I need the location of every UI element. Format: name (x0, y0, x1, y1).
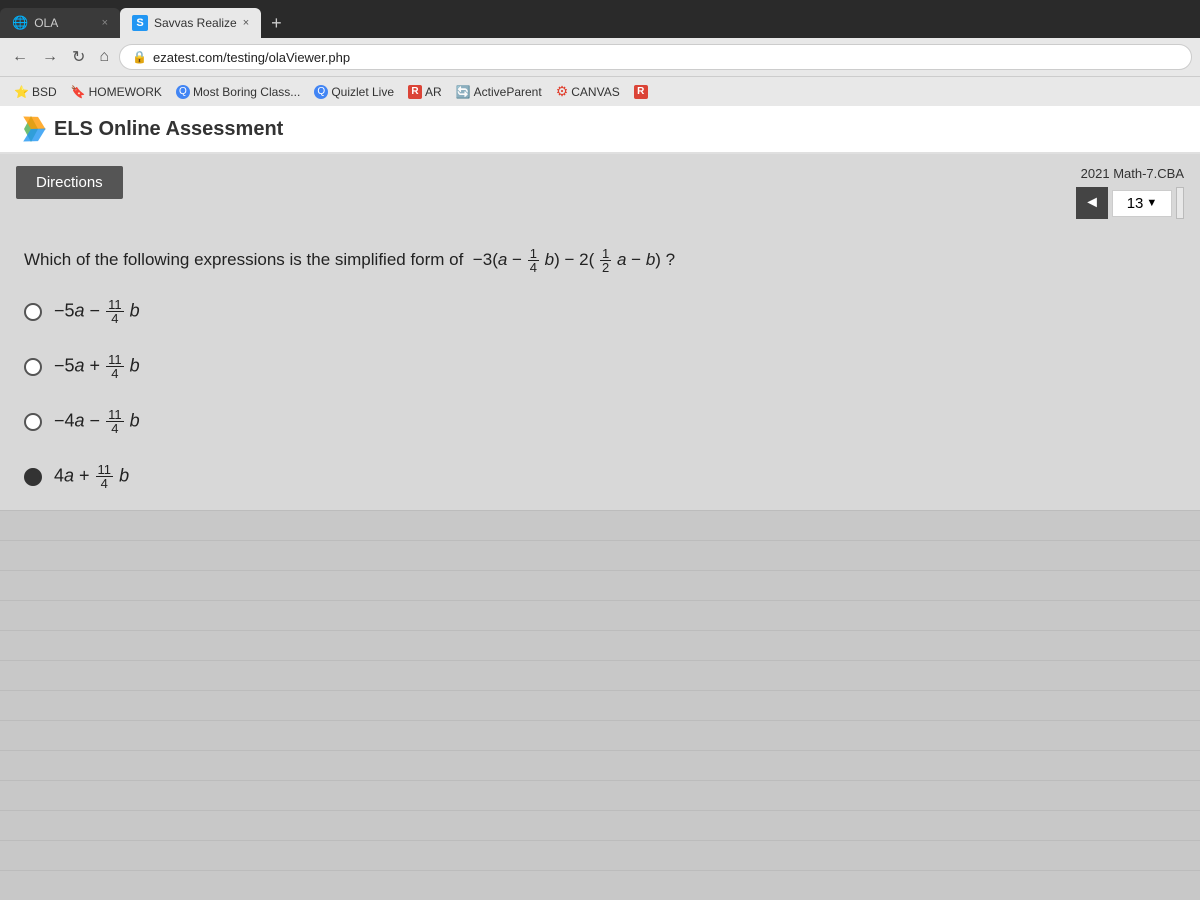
lock-icon: 🔒 (132, 50, 147, 64)
tab-ola-icon: 🌐 (12, 15, 28, 31)
question-nav: ◄ 13 ▼ (1076, 187, 1184, 219)
tab-savvas-close[interactable]: × (243, 17, 249, 29)
assessment-name-label: 2021 Math-7.CBA (1076, 166, 1184, 181)
dropdown-arrow-icon: ▼ (1146, 197, 1157, 209)
frac-1-2: 1 2 (600, 247, 611, 274)
bookmark-most-boring[interactable]: Q Most Boring Class... (170, 83, 306, 101)
bookmark-most-boring-label: Most Boring Class... (193, 85, 300, 99)
bookmark-canvas[interactable]: ⚙ CANVAS (550, 81, 626, 102)
option-a-text: −5a − 11 4 b (54, 298, 140, 325)
frac-1-4: 1 4 (528, 247, 539, 274)
frac-11-4-b: 11 4 (106, 353, 124, 380)
tab-savvas-label: Savvas Realize (154, 16, 237, 30)
tab-ola-close[interactable]: × (102, 17, 108, 29)
question-info: 2021 Math-7.CBA ◄ 13 ▼ (1076, 166, 1184, 219)
bookmark-homework[interactable]: 🔖 HOMEWORK (65, 83, 168, 101)
bookmark-activeparent[interactable]: 🔄 ActiveParent (450, 83, 548, 101)
bookmark-ar-label: AR (425, 85, 442, 99)
bookmark-r2[interactable]: R (628, 83, 654, 101)
bookmark-activeparent-label: ActiveParent (474, 85, 542, 99)
app-title: ELS Online Assessment (54, 118, 283, 141)
reload-button[interactable]: ↻ (68, 45, 89, 69)
option-c-text: −4a − 11 4 b (54, 408, 140, 435)
els-logo (16, 114, 46, 144)
tab-savvas[interactable]: S Savvas Realize × (120, 8, 261, 38)
bookmarks-bar: ⭐ BSD 🔖 HOMEWORK Q Most Boring Class... … (0, 76, 1200, 106)
bookmark-canvas-label: CANVAS (571, 85, 619, 99)
bookmark-homework-label: HOMEWORK (89, 85, 162, 99)
r2-icon: R (634, 85, 648, 99)
option-a-radio[interactable] (24, 303, 42, 321)
question-number-button[interactable]: 13 ▼ (1112, 190, 1172, 217)
option-d: 4a + 11 4 b (24, 463, 1176, 490)
option-c: −4a − 11 4 b (24, 408, 1176, 435)
prev-question-button[interactable]: ◄ (1076, 187, 1108, 219)
browser-chrome: 🌐 OLA × S Savvas Realize × + ← → ↻ ⌂ 🔒 e… (0, 0, 1200, 106)
question-number: 13 (1127, 195, 1144, 212)
directions-button[interactable]: Directions (16, 166, 123, 199)
quizlet-icon: Q (314, 85, 328, 99)
option-d-text: 4a + 11 4 b (54, 463, 129, 490)
frac-11-4-a: 11 4 (106, 298, 124, 325)
option-c-radio[interactable] (24, 413, 42, 431)
homework-icon: 🔖 (71, 85, 86, 99)
address-text: ezatest.com/testing/olaViewer.php (153, 50, 1179, 65)
option-b-text: −5a + 11 4 b (54, 353, 140, 380)
assessment-area: Directions 2021 Math-7.CBA ◄ 13 ▼ Which … (0, 154, 1200, 510)
answer-options: −5a − 11 4 b −5a + 11 (24, 298, 1176, 490)
top-bar: Directions 2021 Math-7.CBA ◄ 13 ▼ (0, 154, 1200, 227)
right-bracket (1176, 187, 1184, 219)
address-bar-row: ← → ↻ ⌂ 🔒 ezatest.com/testing/olaViewer.… (0, 38, 1200, 76)
bsd-icon: ⭐ (14, 85, 29, 99)
bookmark-quizlet[interactable]: Q Quizlet Live (308, 83, 400, 101)
back-button[interactable]: ← (8, 46, 32, 68)
tab-ola-label: OLA (34, 16, 58, 30)
page-content: ELS Online Assessment Directions 2021 Ma… (0, 106, 1200, 900)
address-bar[interactable]: 🔒 ezatest.com/testing/olaViewer.php (119, 44, 1192, 70)
tab-ola[interactable]: 🌐 OLA × (0, 8, 120, 38)
tab-bar: 🌐 OLA × S Savvas Realize × + (0, 0, 1200, 38)
frac-11-4-d: 11 4 (96, 463, 114, 490)
bookmark-ar[interactable]: R AR (402, 83, 448, 101)
frac-11-4-c: 11 4 (106, 408, 124, 435)
activeparent-icon: 🔄 (456, 85, 471, 99)
bookmark-quizlet-label: Quizlet Live (331, 85, 394, 99)
question-content: Which of the following expressions is th… (0, 227, 1200, 510)
tab-savvas-icon: S (132, 15, 148, 31)
option-b: −5a + 11 4 b (24, 353, 1176, 380)
option-b-radio[interactable] (24, 358, 42, 376)
ar-icon: R (408, 85, 422, 99)
question-text: Which of the following expressions is th… (24, 247, 1176, 274)
option-a: −5a − 11 4 b (24, 298, 1176, 325)
most-boring-icon: Q (176, 85, 190, 99)
bookmark-bsd-label: BSD (32, 85, 57, 99)
option-d-radio[interactable] (24, 468, 42, 486)
new-tab-button[interactable]: + (261, 8, 292, 38)
forward-button[interactable]: → (38, 46, 62, 68)
bookmark-bsd[interactable]: ⭐ BSD (8, 83, 63, 101)
home-button[interactable]: ⌂ (95, 46, 113, 68)
canvas-icon: ⚙ (556, 83, 569, 100)
els-header: ELS Online Assessment (0, 106, 1200, 154)
